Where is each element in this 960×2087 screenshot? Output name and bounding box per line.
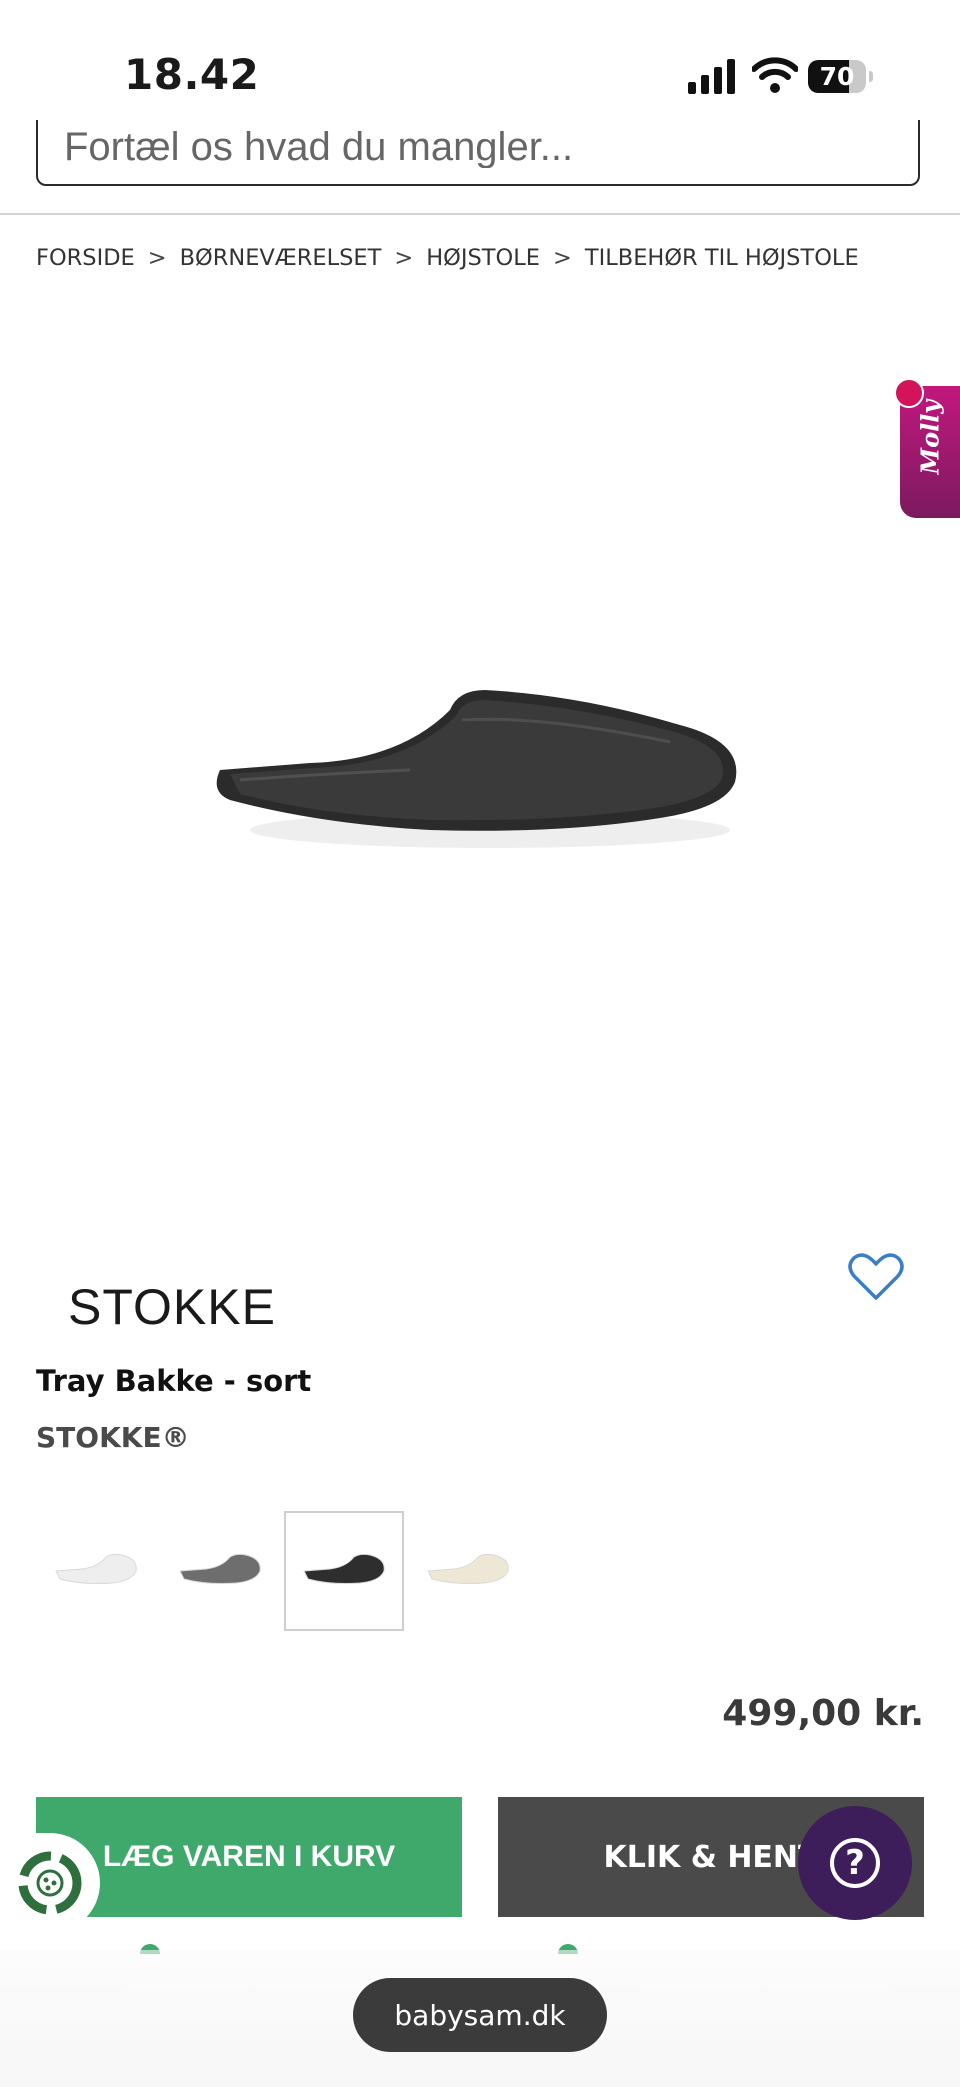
product-price: 499,00 kr. xyxy=(722,1693,924,1734)
tray-icon xyxy=(427,1553,509,1584)
variant-thumb-black-tray[interactable] xyxy=(284,1511,404,1631)
battery-percentage: 70 xyxy=(819,62,855,91)
eco-badge[interactable] xyxy=(0,1833,100,1933)
url-text: babysam.dk xyxy=(394,1998,566,2032)
color-variants xyxy=(36,1511,532,1631)
product-image xyxy=(216,690,737,848)
tray-icon xyxy=(55,1553,137,1584)
header-divider xyxy=(0,213,960,215)
breadcrumb-separator: > xyxy=(553,245,572,271)
status-time: 18.42 xyxy=(124,50,260,99)
wifi-icon xyxy=(752,57,798,93)
url-pill[interactable]: babysam.dk xyxy=(353,1978,607,2052)
breadcrumb: FORSIDE > BØRNEVÆRELSET > HØJSTOLE > TIL… xyxy=(36,243,859,273)
cellular-signal-icon xyxy=(688,59,735,94)
breadcrumb-forside[interactable]: FORSIDE xyxy=(36,245,135,271)
variant-thumb-white-tray[interactable] xyxy=(36,1511,156,1631)
breadcrumb-tilbehoer[interactable]: TILBEHØR TIL HØJSTOLE xyxy=(585,245,859,271)
help-button[interactable]: ? xyxy=(798,1806,912,1920)
battery-indicator: 70 xyxy=(808,60,874,93)
breadcrumb-hoejstole[interactable]: HØJSTOLE xyxy=(426,245,540,271)
molly-label: Molly xyxy=(915,399,945,475)
recycle-icon xyxy=(18,1851,82,1915)
wishlist-heart-icon[interactable] xyxy=(848,1252,904,1302)
product-title: Tray Bakke - sort xyxy=(36,1364,312,1398)
search-input[interactable] xyxy=(62,126,886,168)
tray-icon xyxy=(179,1553,261,1584)
breadcrumb-separator: > xyxy=(394,245,414,271)
notification-dot xyxy=(894,378,924,408)
variant-thumb-grey-tray[interactable] xyxy=(160,1511,280,1631)
breadcrumb-boernevaerelset[interactable]: BØRNEVÆRELSET xyxy=(180,245,382,271)
question-mark-icon: ? xyxy=(830,1838,880,1888)
tray-icon xyxy=(303,1553,385,1584)
brand-logo[interactable]: STOKKE xyxy=(68,1278,276,1336)
click-and-collect-label: KLIK & HENT xyxy=(603,1839,819,1875)
product-brand[interactable]: STOKKE® xyxy=(36,1421,190,1454)
variant-thumb-cream-tray[interactable] xyxy=(408,1511,528,1631)
breadcrumb-separator: > xyxy=(147,245,167,271)
search-container xyxy=(36,120,924,190)
search-box[interactable] xyxy=(36,120,920,186)
